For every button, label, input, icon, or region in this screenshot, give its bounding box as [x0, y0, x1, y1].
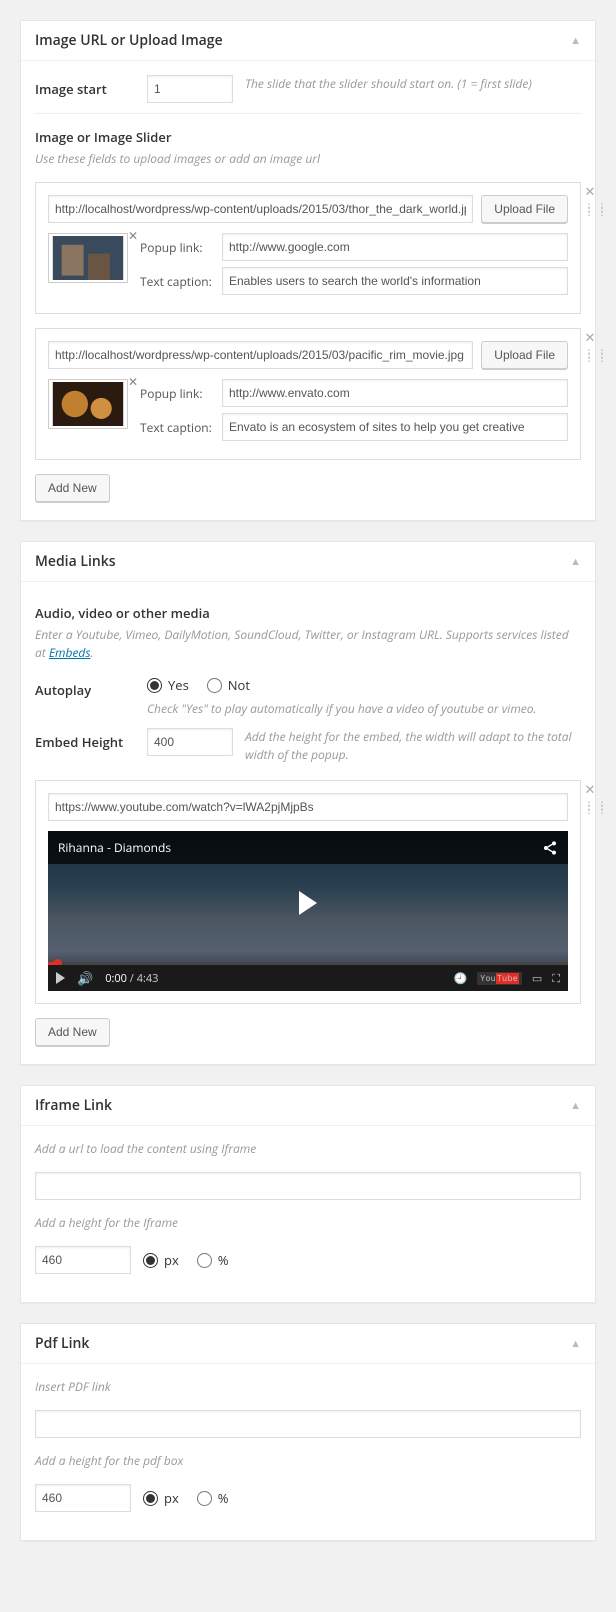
iframe-height-input[interactable] — [35, 1246, 131, 1274]
autoplay-no-radio[interactable] — [207, 678, 222, 693]
youtube-badge[interactable]: YouTube — [477, 972, 521, 985]
iframe-url-hint: Add a url to load the content using Ifra… — [35, 1140, 581, 1158]
iframe-panel-title: Iframe Link — [35, 1096, 112, 1115]
text-caption-label: Text caption: — [140, 273, 216, 290]
embed-height-label: Embed Height — [35, 728, 135, 751]
embed-height-hint: Add the height for the embed, the width … — [245, 728, 581, 764]
text-caption-input[interactable] — [222, 267, 568, 295]
close-icon[interactable]: ✕ — [583, 182, 597, 200]
add-new-media-button[interactable]: Add New — [35, 1018, 110, 1046]
media-hint: Enter a Youtube, Vimeo, DailyMotion, Sou… — [35, 626, 581, 662]
text-caption-input[interactable] — [222, 413, 568, 441]
image-item: ✕ ⋮⋮⋮⋮ Upload File ✕ Popup link: — [35, 182, 581, 314]
add-new-image-button[interactable]: Add New — [35, 474, 110, 502]
fullscreen-icon[interactable]: ⛶ — [552, 971, 560, 986]
close-icon[interactable]: ✕ — [583, 328, 597, 346]
pdf-unit-px-radio[interactable] — [143, 1491, 158, 1506]
image-slider-heading: Image or Image Slider — [35, 128, 581, 146]
iframe-panel-header[interactable]: Iframe Link ▲ — [21, 1086, 595, 1126]
upload-file-button[interactable]: Upload File — [481, 341, 568, 369]
image-thumbnail — [48, 379, 128, 429]
image-panel-header[interactable]: Image URL or Upload Image ▲ — [21, 21, 595, 61]
iframe-unit-px-radio[interactable] — [143, 1253, 158, 1268]
media-panel-header[interactable]: Media Links ▲ — [21, 542, 595, 582]
volume-icon[interactable]: 🔊 — [77, 969, 93, 987]
image-url-input[interactable] — [48, 195, 473, 223]
theater-icon[interactable]: ▭ — [532, 971, 542, 986]
autoplay-hint: Check "Yes" to play automatically if you… — [147, 700, 581, 718]
popup-link-label: Popup link: — [140, 239, 216, 256]
collapse-icon[interactable]: ▲ — [570, 554, 581, 569]
pdf-panel-title: Pdf Link — [35, 1334, 89, 1353]
popup-link-input[interactable] — [222, 233, 568, 261]
pdf-url-hint: Insert PDF link — [35, 1378, 581, 1396]
image-url-input[interactable] — [48, 341, 473, 369]
popup-link-input[interactable] — [222, 379, 568, 407]
drag-handle-icon[interactable]: ⋮⋮⋮⋮ — [583, 352, 597, 358]
image-start-label: Image start — [35, 75, 135, 98]
iframe-height-hint: Add a height for the Iframe — [35, 1214, 581, 1232]
thumb-close-icon[interactable]: ✕ — [128, 227, 138, 244]
pdf-panel-header[interactable]: Pdf Link ▲ — [21, 1324, 595, 1364]
play-icon[interactable] — [299, 891, 317, 915]
media-sub-heading: Audio, video or other media — [35, 604, 581, 622]
image-item: ✕ ⋮⋮⋮⋮ Upload File ✕ Popup link: — [35, 328, 581, 460]
upload-file-button[interactable]: Upload File — [481, 195, 568, 223]
image-thumbnail — [48, 233, 128, 283]
autoplay-label: Autoplay — [35, 676, 135, 699]
pdf-unit-pct-radio[interactable] — [197, 1491, 212, 1506]
media-item: ✕ ⋮⋮⋮⋮ Rihanna - Diamonds 🔊 0:0 — [35, 780, 581, 1004]
collapse-icon[interactable]: ▲ — [570, 1336, 581, 1351]
watch-later-icon[interactable]: 🕘 — [454, 971, 468, 986]
iframe-url-input[interactable] — [35, 1172, 581, 1200]
popup-link-label: Popup link: — [140, 385, 216, 402]
pdf-height-hint: Add a height for the pdf box — [35, 1452, 581, 1470]
image-panel: Image URL or Upload Image ▲ Image start … — [20, 20, 596, 521]
image-panel-title: Image URL or Upload Image — [35, 31, 223, 50]
image-slider-hint: Use these fields to upload images or add… — [35, 150, 581, 168]
autoplay-yes-radio[interactable] — [147, 678, 162, 693]
image-start-helper: The slide that the slider should start o… — [245, 75, 581, 93]
play-button-icon[interactable] — [56, 972, 65, 984]
pdf-url-input[interactable] — [35, 1410, 581, 1438]
drag-handle-icon[interactable]: ⋮⋮⋮⋮ — [583, 206, 597, 212]
video-title: Rihanna - Diamonds — [58, 839, 171, 856]
video-preview: Rihanna - Diamonds 🔊 0:00 / 4:43 🕘 YouTu… — [48, 831, 568, 991]
media-panel-title: Media Links — [35, 552, 116, 571]
media-panel: Media Links ▲ Audio, video or other medi… — [20, 541, 596, 1065]
embeds-link[interactable]: Embeds — [49, 644, 91, 661]
media-url-input[interactable] — [48, 793, 568, 821]
pdf-panel: Pdf Link ▲ Insert PDF link Add a height … — [20, 1323, 596, 1541]
collapse-icon[interactable]: ▲ — [570, 1098, 581, 1113]
thumb-close-icon[interactable]: ✕ — [128, 373, 138, 390]
iframe-unit-pct-radio[interactable] — [197, 1253, 212, 1268]
pdf-height-input[interactable] — [35, 1484, 131, 1512]
drag-handle-icon[interactable]: ⋮⋮⋮⋮ — [583, 804, 597, 810]
collapse-icon[interactable]: ▲ — [570, 33, 581, 48]
video-time: 0:00 / 4:43 — [105, 971, 158, 986]
share-icon[interactable] — [542, 840, 558, 856]
embed-height-input[interactable] — [147, 728, 233, 756]
text-caption-label: Text caption: — [140, 419, 216, 436]
close-icon[interactable]: ✕ — [583, 780, 597, 798]
image-start-input[interactable] — [147, 75, 233, 103]
iframe-panel: Iframe Link ▲ Add a url to load the cont… — [20, 1085, 596, 1303]
